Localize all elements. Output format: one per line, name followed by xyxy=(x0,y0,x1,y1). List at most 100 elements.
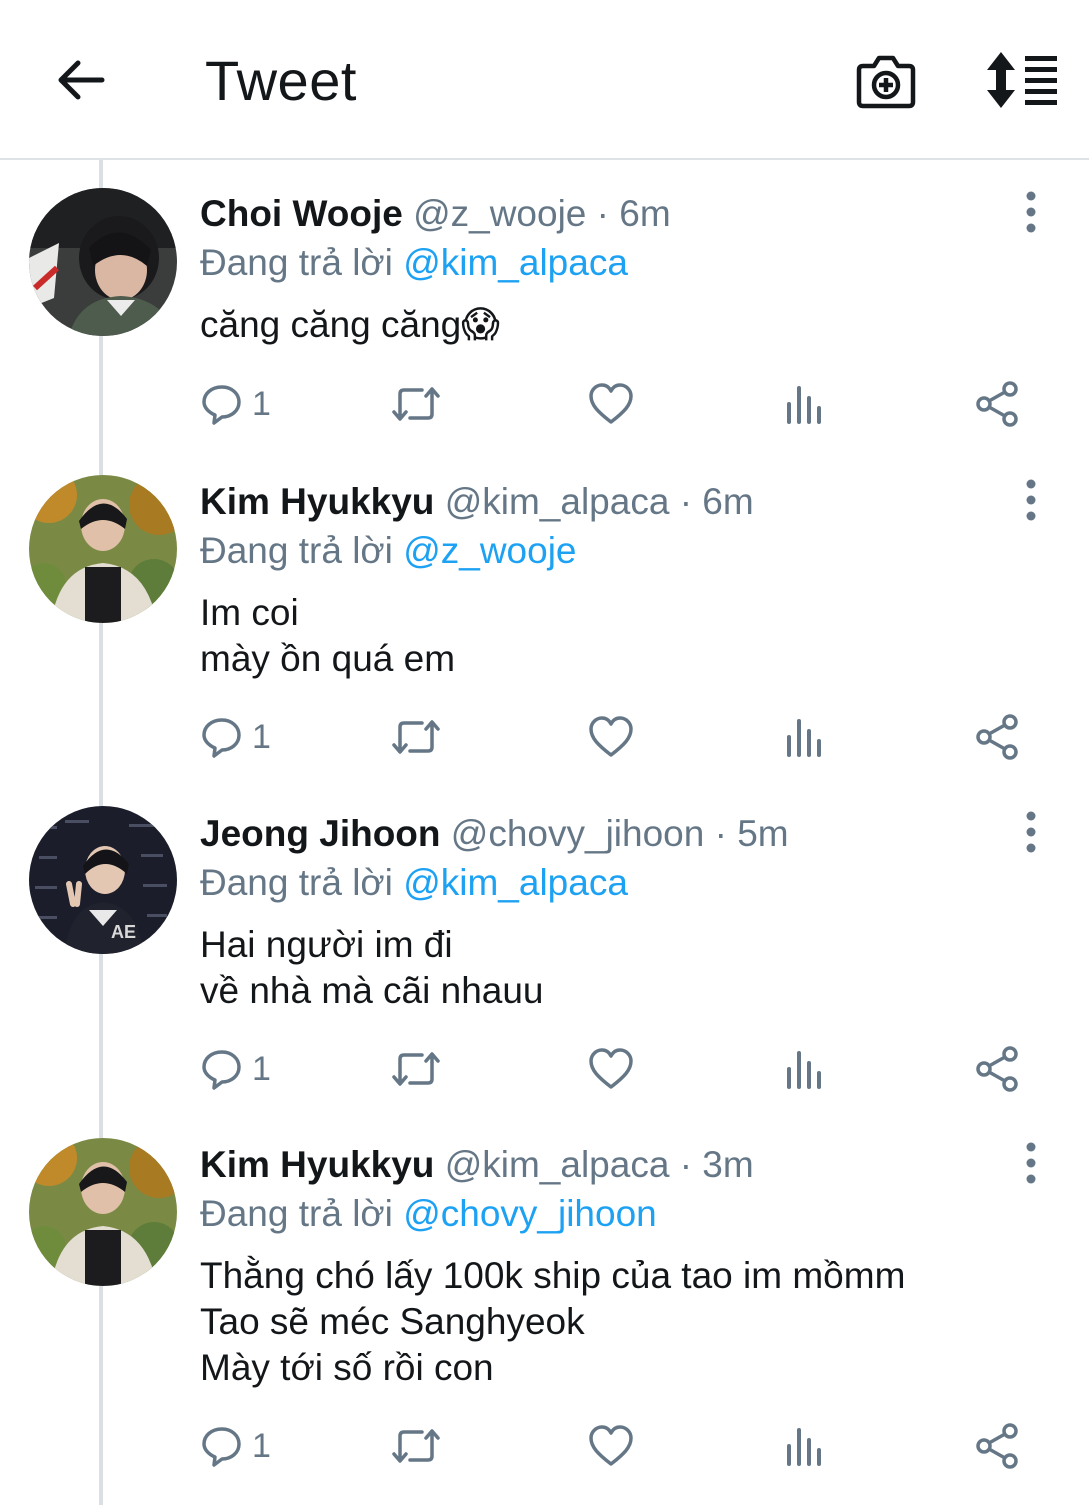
avatar[interactable] xyxy=(29,1138,177,1286)
arrow-left-icon xyxy=(58,60,105,100)
share-button[interactable] xyxy=(975,1044,1021,1094)
display-name[interactable]: Kim Hyukkyu xyxy=(200,481,434,522)
retweet-button[interactable] xyxy=(390,1044,442,1094)
sort-button[interactable] xyxy=(985,50,1059,110)
mention-link[interactable]: @kim_alpaca xyxy=(403,862,628,903)
analytics-button[interactable] xyxy=(785,712,825,762)
retweet-button[interactable] xyxy=(390,712,442,762)
like-icon xyxy=(589,1425,633,1466)
timestamp: · 5m xyxy=(714,813,789,854)
tweet-header: Kim Hyukkyu @kim_alpaca · 6m xyxy=(200,480,754,524)
like-button[interactable] xyxy=(588,1421,634,1471)
mention-link[interactable]: @chovy_jihoon xyxy=(403,1193,657,1234)
username[interactable]: @z_wooje xyxy=(413,193,586,234)
share-icon xyxy=(976,714,1018,760)
username[interactable]: @kim_alpaca xyxy=(445,481,670,522)
retweet-icon xyxy=(392,387,440,421)
replying-to-label: Đang trả lời xyxy=(200,530,393,571)
reply-icon xyxy=(202,385,241,425)
reply-icon xyxy=(202,718,241,758)
like-button[interactable] xyxy=(588,1044,634,1094)
tweet-actions: 1 xyxy=(0,1044,1089,1094)
page-title: Tweet xyxy=(205,49,357,112)
retweet-button[interactable] xyxy=(390,379,442,429)
share-button[interactable] xyxy=(975,712,1021,762)
retweet-icon xyxy=(392,1429,440,1463)
replying-to-label: Đang trả lời xyxy=(200,1193,393,1234)
display-name[interactable]: Choi Wooje xyxy=(200,193,403,234)
tweet-header: Choi Wooje @z_wooje · 6m xyxy=(200,192,671,236)
more-options-button[interactable] xyxy=(1014,476,1048,528)
more-vertical-icon xyxy=(1026,191,1036,233)
camera-button[interactable] xyxy=(855,52,917,110)
more-options-button[interactable] xyxy=(1014,1139,1048,1191)
replying-to: Đang trả lời @kim_alpaca xyxy=(200,241,628,285)
display-name[interactable]: Jeong Jihoon xyxy=(200,813,441,854)
reply-count: 1 xyxy=(252,384,271,423)
share-icon xyxy=(976,1046,1018,1092)
username[interactable]: @kim_alpaca xyxy=(445,1144,670,1185)
analytics-icon xyxy=(787,386,821,424)
tweet-actions: 1 xyxy=(0,712,1089,762)
camera-plus-icon xyxy=(856,55,916,109)
reply-icon xyxy=(202,1427,241,1467)
tweet-header: Kim Hyukkyu @kim_alpaca · 3m xyxy=(200,1143,754,1187)
tweet-text: Thằng chó lấy 100k ship của tao im mồmm … xyxy=(200,1255,906,1388)
analytics-button[interactable] xyxy=(785,1044,825,1094)
like-icon xyxy=(589,716,633,757)
replying-to: Đang trả lời @kim_alpaca xyxy=(200,861,628,905)
retweet-button[interactable] xyxy=(390,1421,442,1471)
replying-to-label: Đang trả lời xyxy=(200,242,393,283)
tweet-header: Jeong Jihoon @chovy_jihoon · 5m xyxy=(200,812,789,856)
tweet-text: Hai người im đi về nhà mà cãi nhauu xyxy=(200,924,544,1011)
like-icon xyxy=(589,1048,633,1089)
reply-button[interactable]: 1 xyxy=(200,379,271,429)
replying-to: Đang trả lời @z_wooje xyxy=(200,529,577,573)
replying-to: Đang trả lời @chovy_jihoon xyxy=(200,1192,657,1236)
more-vertical-icon xyxy=(1026,479,1036,521)
mention-link[interactable]: @kim_alpaca xyxy=(403,242,628,283)
analytics-icon xyxy=(787,1051,821,1089)
retweet-icon xyxy=(392,1052,440,1086)
share-button[interactable] xyxy=(975,1421,1021,1471)
tweet-text: Im coi mày ồn quá em xyxy=(200,592,456,679)
reply-count: 1 xyxy=(252,717,271,756)
reply-count: 1 xyxy=(252,1049,271,1088)
share-button[interactable] xyxy=(975,379,1021,429)
timestamp: · 3m xyxy=(679,1144,754,1185)
reply-button[interactable]: 1 xyxy=(200,712,271,762)
reply-icon xyxy=(202,1050,241,1090)
avatar[interactable] xyxy=(29,188,177,336)
display-name[interactable]: Kim Hyukkyu xyxy=(200,1144,434,1185)
like-button[interactable] xyxy=(588,712,634,762)
svg-text:AE: AE xyxy=(111,922,136,942)
avatar[interactable] xyxy=(29,475,177,623)
share-icon xyxy=(976,1423,1018,1469)
replying-to-label: Đang trả lời xyxy=(200,862,393,903)
avatar[interactable]: AE xyxy=(29,806,177,954)
share-icon xyxy=(976,381,1018,427)
mention-link[interactable]: @z_wooje xyxy=(403,530,576,571)
more-vertical-icon xyxy=(1026,811,1036,853)
like-icon xyxy=(589,383,633,424)
back-button[interactable] xyxy=(52,52,108,108)
more-vertical-icon xyxy=(1026,1142,1036,1184)
sort-list-icon xyxy=(987,52,1057,108)
timestamp: · 6m xyxy=(596,193,671,234)
more-options-button[interactable] xyxy=(1014,808,1048,860)
like-button[interactable] xyxy=(588,379,634,429)
top-app-bar: Tweet xyxy=(0,0,1089,160)
timestamp: · 6m xyxy=(679,481,754,522)
analytics-button[interactable] xyxy=(785,379,825,429)
tweet-actions: 1 xyxy=(0,1421,1089,1471)
analytics-button[interactable] xyxy=(785,1421,825,1471)
reply-count: 1 xyxy=(252,1426,271,1465)
tweet-text: căng căng căng😱 xyxy=(200,304,500,345)
username[interactable]: @chovy_jihoon xyxy=(451,813,705,854)
reply-button[interactable]: 1 xyxy=(200,1421,271,1471)
more-options-button[interactable] xyxy=(1014,188,1048,240)
retweet-icon xyxy=(392,720,440,754)
reply-button[interactable]: 1 xyxy=(200,1044,271,1094)
tweet-actions: 1 xyxy=(0,379,1089,429)
analytics-icon xyxy=(787,1428,821,1466)
